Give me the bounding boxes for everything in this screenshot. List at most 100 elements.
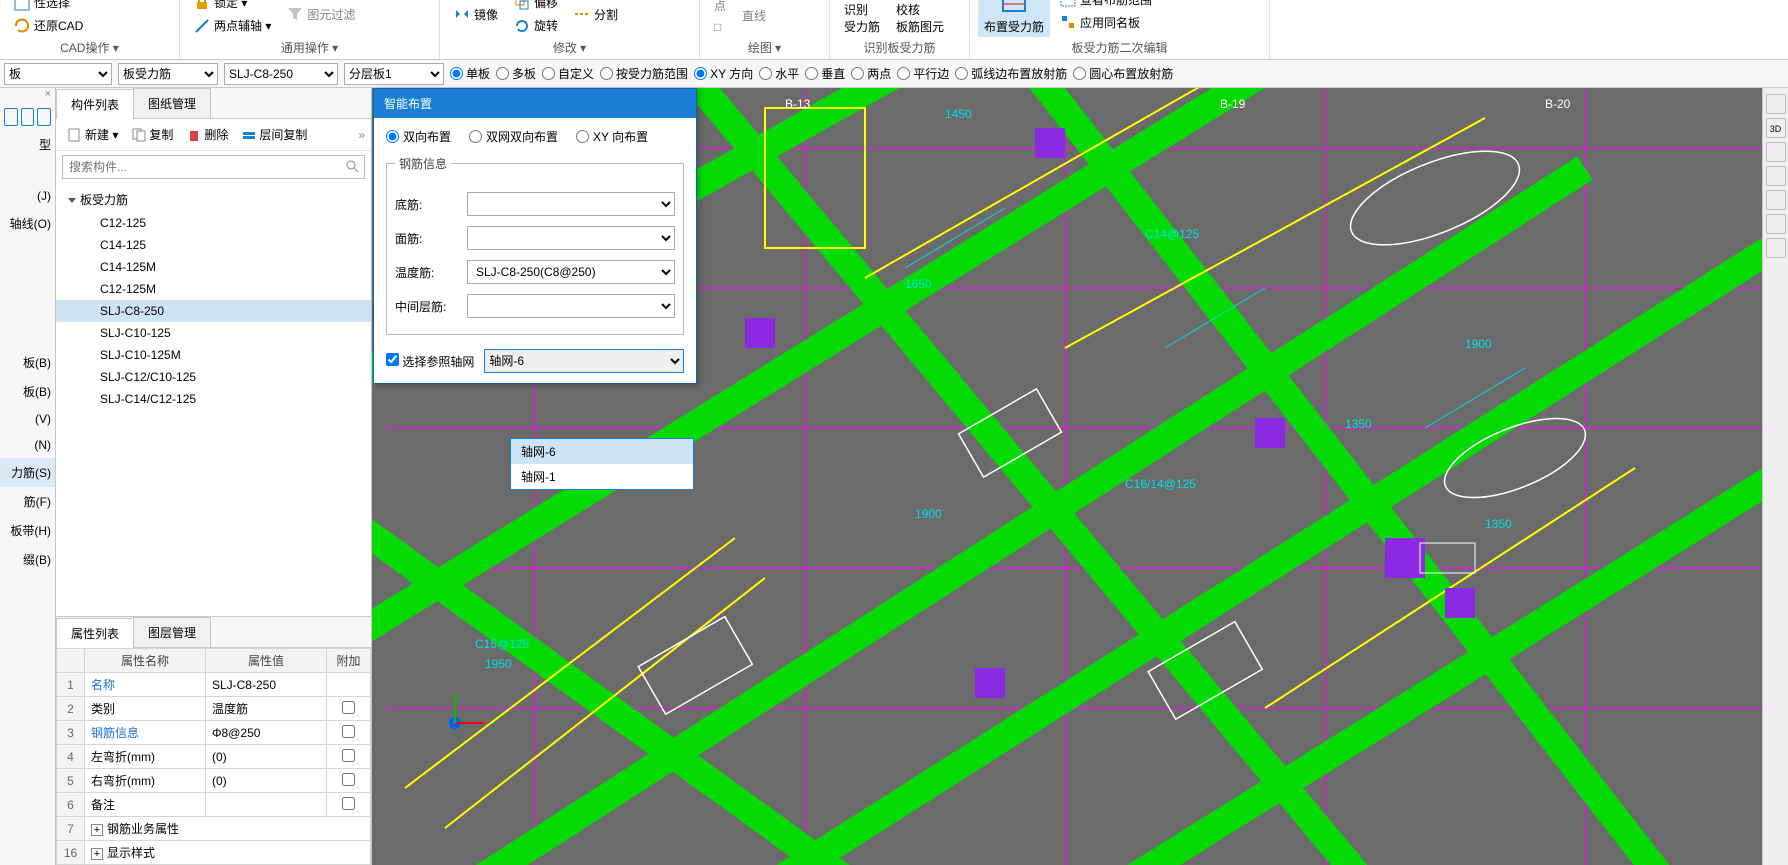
- ribbon-point-btn[interactable]: 点: [708, 0, 732, 17]
- ribbon-recog-rebar-btn[interactable]: 识别受力筋: [838, 0, 886, 37]
- ribbon-line-btn[interactable]: 直线: [736, 4, 772, 27]
- side-item[interactable]: 板(B): [0, 377, 55, 406]
- rside-tool-icon[interactable]: [1766, 142, 1786, 162]
- comp-search-input[interactable]: [62, 155, 365, 179]
- side-item[interactable]: 板带(H): [0, 516, 55, 545]
- field-label: 中间层筋:: [395, 298, 467, 315]
- opt-r7[interactable]: 垂直: [805, 65, 845, 82]
- tree-item[interactable]: C12-125: [56, 212, 371, 234]
- opt-r10[interactable]: 弧线边布置放射筋: [955, 65, 1067, 82]
- comp-new-btn[interactable]: 新建 ▾: [62, 123, 124, 146]
- rside-tool-icon[interactable]: [1766, 166, 1786, 186]
- svg-text:1350: 1350: [1485, 517, 1512, 531]
- ribbon-rect-btn[interactable]: □: [708, 17, 732, 37]
- smart-r3[interactable]: XY 向布置: [576, 128, 648, 145]
- opt-r8[interactable]: 两点: [851, 65, 891, 82]
- comp-layercopy-btn[interactable]: 层间复制: [236, 123, 313, 146]
- prop-row[interactable]: 16+显示样式: [57, 841, 371, 865]
- prop-row[interactable]: 1名称SLJ-C8-250: [57, 673, 371, 697]
- top-rebar-select[interactable]: [467, 226, 675, 250]
- opt-category-select[interactable]: 板: [4, 63, 112, 85]
- dropdown-option[interactable]: 轴网-1: [511, 464, 693, 489]
- mid-rebar-select[interactable]: [467, 294, 675, 318]
- comp-copy-btn[interactable]: 复制: [126, 123, 179, 146]
- ribbon-mirror-btn[interactable]: 镜像: [448, 3, 504, 26]
- tree-item[interactable]: SLJ-C12/C10-125: [56, 366, 371, 388]
- side-item[interactable]: 板(B): [0, 348, 55, 377]
- ribbon-offset-btn[interactable]: 偏移: [508, 0, 564, 14]
- right-toolbar: 3D: [1762, 88, 1788, 865]
- opt-r9[interactable]: 平行边: [897, 65, 949, 82]
- ribbon-group-label: 识别板受力筋: [838, 37, 961, 57]
- opt-r5[interactable]: XY 方向: [694, 65, 753, 82]
- side-item[interactable]: 型: [0, 130, 55, 159]
- tree-item[interactable]: SLJ-C10-125: [56, 322, 371, 344]
- prop-row[interactable]: 7+钢筋业务属性: [57, 817, 371, 841]
- ribbon-apply-same-btn[interactable]: 应用同名板: [1054, 11, 1158, 34]
- prop-row[interactable]: 5右弯折(mm)(0): [57, 769, 371, 793]
- tree-item[interactable]: SLJ-C14/C12-125: [56, 388, 371, 410]
- tab-property-list[interactable]: 属性列表: [56, 618, 134, 648]
- tree-item[interactable]: SLJ-C10-125M: [56, 344, 371, 366]
- opt-r11[interactable]: 圆心布置放射筋: [1073, 65, 1173, 82]
- rside-tool-icon[interactable]: [1766, 238, 1786, 258]
- rside-tool-icon[interactable]: [1766, 190, 1786, 210]
- tree-item[interactable]: C14-125: [56, 234, 371, 256]
- opt-layer-select[interactable]: 分层板1: [344, 63, 444, 85]
- tab-drawing-mgmt[interactable]: 图纸管理: [133, 88, 211, 118]
- comp-tabs: 构件列表 图纸管理: [56, 88, 371, 119]
- axis-ref-checkbox[interactable]: 选择参照轴网: [386, 353, 474, 370]
- opt-r3[interactable]: 自定义: [542, 65, 594, 82]
- ribbon-select-btn[interactable]: 性选择: [8, 0, 89, 14]
- prop-row[interactable]: 2类别温度筋: [57, 697, 371, 721]
- opt-type-select[interactable]: 板受力筋: [118, 63, 218, 85]
- opt-r2[interactable]: 多板: [496, 65, 536, 82]
- search-icon[interactable]: [345, 159, 359, 173]
- tree-item[interactable]: C12-125M: [56, 278, 371, 300]
- ribbon-place-rebar-btn[interactable]: 布置受力筋: [978, 0, 1050, 37]
- side-item[interactable]: 轴线(O): [0, 209, 55, 238]
- tree-item[interactable]: C14-125M: [56, 256, 371, 278]
- temp-rebar-select[interactable]: SLJ-C8-250(C8@250): [467, 260, 675, 284]
- side-item[interactable]: (J): [0, 183, 55, 209]
- ribbon-split-btn[interactable]: 分割: [568, 3, 624, 26]
- tab-layer-mgmt[interactable]: 图层管理: [133, 617, 211, 647]
- ribbon-check-rebar-btn[interactable]: 校核板筋图元: [890, 0, 950, 37]
- bottom-rebar-select[interactable]: [467, 192, 675, 216]
- opt-r6[interactable]: 水平: [759, 65, 799, 82]
- rside-tool-icon[interactable]: [1766, 94, 1786, 114]
- ribbon-filter-btn[interactable]: 图元过滤: [281, 3, 361, 26]
- dropdown-option[interactable]: 轴网-6: [511, 439, 693, 464]
- tree-item[interactable]: SLJ-C8-250: [56, 300, 371, 322]
- dialog-title[interactable]: 智能布置: [374, 89, 696, 118]
- opt-member-select[interactable]: SLJ-C8-250: [224, 63, 338, 85]
- side-item[interactable]: (V): [0, 406, 55, 432]
- opt-r1[interactable]: 单板: [450, 65, 490, 82]
- opt-r4[interactable]: 按受力筋范围: [600, 65, 688, 82]
- rside-tool-icon[interactable]: [1766, 214, 1786, 234]
- tree-root[interactable]: 板受力筋: [56, 187, 371, 212]
- ribbon-restore-cad-btn[interactable]: 还原CAD: [8, 14, 89, 37]
- side-item[interactable]: (N): [0, 432, 55, 458]
- tab-component-list[interactable]: 构件列表: [56, 89, 134, 119]
- view-toggle-icons[interactable]: [0, 104, 55, 130]
- prop-row[interactable]: 6备注: [57, 793, 371, 817]
- ribbon-axis-btn[interactable]: 两点辅轴 ▾: [188, 14, 277, 37]
- side-item[interactable]: 缀(B): [0, 545, 55, 574]
- svg-text:B-19: B-19: [1220, 97, 1246, 111]
- smart-placement-dialog: 智能布置 双向布置 双网双向布置 XY 向布置 钢筋信息 底筋: 面筋: 温度筋…: [373, 88, 697, 384]
- ribbon-view-range-btn[interactable]: 查看布筋范围: [1054, 0, 1158, 11]
- prop-row[interactable]: 3钢筋信息Φ8@250: [57, 721, 371, 745]
- property-panel: 属性列表 图层管理 属性名称属性值附加 1名称SLJ-C8-250 2类别温度筋…: [56, 616, 371, 865]
- side-item[interactable]: 筋(F): [0, 487, 55, 516]
- prop-row[interactable]: 4左弯折(mm)(0): [57, 745, 371, 769]
- comp-delete-btn[interactable]: 删除: [181, 123, 234, 146]
- ribbon-rotate-btn[interactable]: 旋转: [508, 14, 564, 37]
- side-item[interactable]: 力筋(S): [0, 458, 55, 487]
- rside-tool-icon[interactable]: 3D: [1766, 118, 1786, 138]
- ribbon-lock-btn[interactable]: 锁定 ▾: [188, 0, 277, 14]
- close-icon[interactable]: ×: [0, 88, 55, 104]
- smart-r1[interactable]: 双向布置: [386, 128, 451, 145]
- axis-ref-select[interactable]: 轴网-6: [484, 349, 684, 373]
- smart-r2[interactable]: 双网双向布置: [469, 128, 558, 145]
